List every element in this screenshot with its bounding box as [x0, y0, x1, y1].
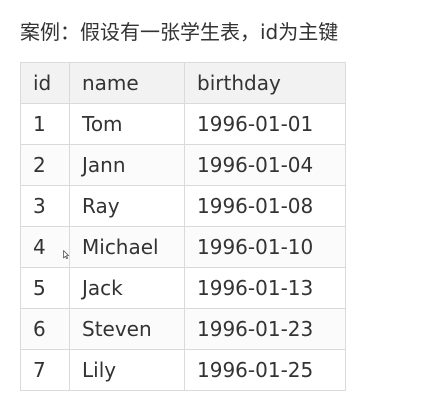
table-row: 2 Jann 1996-01-04	[20, 144, 346, 186]
cell-name: Ray	[69, 185, 185, 227]
table-row: 7 Lily 1996-01-25	[20, 349, 346, 391]
cell-birthday: 1996-01-13	[184, 267, 346, 309]
cell-name: Jann	[69, 144, 185, 186]
table-row: 1 Tom 1996-01-01	[20, 103, 346, 145]
column-header-id: id	[20, 62, 70, 104]
cell-id: 7	[20, 349, 70, 391]
table-row: 4 Michael 1996-01-10	[20, 226, 346, 268]
cell-id: 4	[20, 226, 70, 268]
student-table: id name birthday 1 Tom 1996-01-01 2 Jann…	[20, 62, 346, 391]
mouse-pointer-icon	[63, 250, 69, 259]
cell-name: Michael	[69, 226, 185, 268]
slide-page: 案例：假设有一张学生表，id为主键 id name birthday 1 Tom…	[0, 0, 433, 416]
column-header-name: name	[69, 62, 185, 104]
cell-birthday: 1996-01-10	[184, 226, 346, 268]
cell-id: 5	[20, 267, 70, 309]
cell-name: Jack	[69, 267, 185, 309]
table-row: 6 Steven 1996-01-23	[20, 308, 346, 350]
cell-id: 3	[20, 185, 70, 227]
cell-id: 2	[20, 144, 70, 186]
cell-name: Steven	[69, 308, 185, 350]
cell-id: 6	[20, 308, 70, 350]
cell-birthday: 1996-01-08	[184, 185, 346, 227]
cell-id: 1	[20, 103, 70, 145]
cell-name: Lily	[69, 349, 185, 391]
table-row: 5 Jack 1996-01-13	[20, 267, 346, 309]
cell-birthday: 1996-01-25	[184, 349, 346, 391]
column-header-birthday: birthday	[184, 62, 346, 104]
cell-birthday: 1996-01-23	[184, 308, 346, 350]
cell-birthday: 1996-01-04	[184, 144, 346, 186]
cell-birthday: 1996-01-01	[184, 103, 346, 145]
cell-name: Tom	[69, 103, 185, 145]
table-header-row: id name birthday	[20, 62, 346, 104]
slide-heading: 案例：假设有一张学生表，id为主键	[20, 20, 339, 44]
table-row: 3 Ray 1996-01-08	[20, 185, 346, 227]
